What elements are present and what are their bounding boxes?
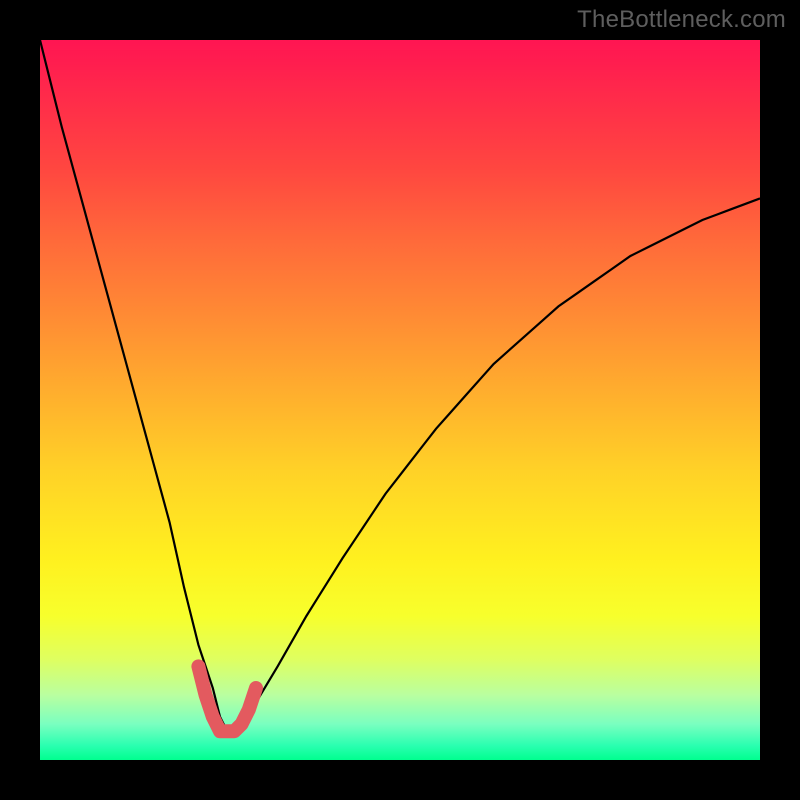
bottleneck-curve [40, 40, 760, 731]
chart-frame: TheBottleneck.com [0, 0, 800, 800]
bottom-bracket [198, 666, 256, 731]
plot-area [40, 40, 760, 760]
watermark-text: TheBottleneck.com [577, 6, 786, 34]
curves-layer [40, 40, 760, 760]
